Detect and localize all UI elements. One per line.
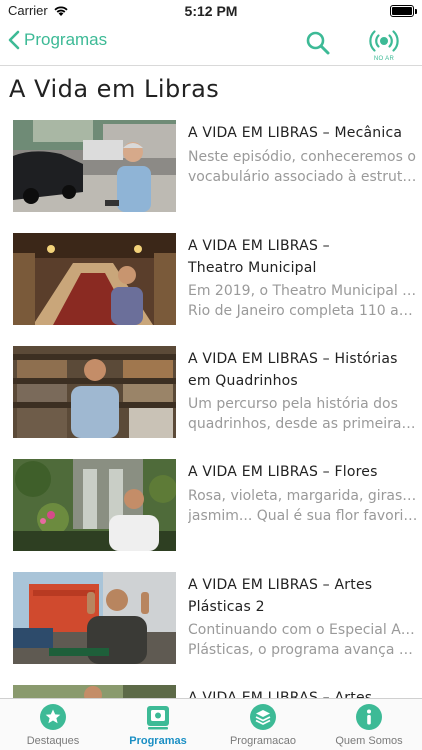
- tab-label: Quem Somos: [335, 735, 403, 747]
- episode-item[interactable]: A VIDA EM LIBRAS – Flores Rosa, violeta,…: [0, 459, 422, 559]
- tab-quem-somos[interactable]: Quem Somos: [319, 703, 419, 747]
- back-button[interactable]: Programas: [8, 30, 107, 50]
- episode-item[interactable]: A VIDA EM LIBRAS – Theatro Municipal Em …: [0, 233, 422, 333]
- episode-title: A VIDA EM LIBRAS – Artes: [188, 690, 373, 698]
- episode-description: Em 2019, o Theatro Municipal do Rio de J…: [188, 283, 418, 319]
- episode-title: A VIDA EM LIBRAS – Histórias em Quadrinh…: [188, 351, 398, 389]
- episode-thumbnail: [13, 572, 176, 664]
- episode-title: A VIDA EM LIBRAS – Mecânica: [188, 125, 403, 141]
- episode-title: A VIDA EM LIBRAS – Flores: [188, 464, 378, 480]
- star-icon: [40, 704, 66, 730]
- chevron-left-icon: [8, 30, 20, 50]
- broadcast-icon: [369, 30, 399, 52]
- episode-title: A VIDA EM LIBRAS – Artes Plásticas 2: [188, 577, 373, 615]
- search-icon: [306, 31, 330, 55]
- episode-thumbnail: [13, 233, 176, 325]
- tab-label: Programacao: [229, 735, 297, 747]
- live-broadcast-button[interactable]: NO AR: [366, 28, 402, 62]
- search-button[interactable]: [305, 30, 331, 60]
- episode-description: Neste episódio, conheceremos o vocabulár…: [188, 149, 418, 185]
- episode-item[interactable]: A VIDA EM LIBRAS – Mecânica Neste episód…: [0, 120, 422, 220]
- episode-item[interactable]: A VIDA EM LIBRAS – Artes Plásticas 2 Con…: [0, 572, 422, 672]
- back-button-label: Programas: [24, 30, 108, 49]
- episode-title: A VIDA EM LIBRAS – Theatro Municipal: [188, 238, 330, 276]
- episode-item[interactable]: A VIDA EM LIBRAS – Histórias em Quadrinh…: [0, 346, 422, 446]
- episode-thumbnail: [13, 120, 176, 212]
- status-bar: Carrier 5:12 PM: [0, 0, 422, 24]
- navigation-bar: Programas NO AR: [0, 24, 422, 66]
- episode-list[interactable]: A VIDA EM LIBRAS – Mecânica Neste episód…: [0, 120, 422, 698]
- episode-thumbnail: [13, 459, 176, 551]
- layers-icon: [250, 704, 276, 730]
- tab-bar: Destaques Programas Programacao Quem Som…: [0, 698, 422, 750]
- tab-destaques[interactable]: Destaques: [3, 703, 103, 747]
- tv-icon: [147, 706, 169, 730]
- live-label: NO AR: [373, 56, 395, 62]
- battery-icon: [390, 5, 417, 17]
- episode-thumbnail: [13, 346, 176, 438]
- episode-description: Rosa, violeta, margarida, girassol, jasm…: [188, 488, 418, 524]
- episode-thumbnail: [13, 685, 176, 698]
- clock: 5:12 PM: [184, 3, 238, 19]
- episode-description: Um percurso pela história dos quadrinhos…: [188, 396, 418, 432]
- info-icon: [356, 704, 382, 730]
- episode-item[interactable]: A VIDA EM LIBRAS – Artes: [0, 685, 422, 698]
- tab-programas[interactable]: Programas: [108, 703, 208, 747]
- tab-label: Programas: [129, 735, 187, 747]
- tab-programacao[interactable]: Programacao: [213, 703, 313, 747]
- tab-label: Destaques: [26, 735, 80, 747]
- episode-description: Continuando com o Especial Artes Plástic…: [188, 622, 418, 658]
- page-title: A Vida em Libras: [9, 75, 220, 103]
